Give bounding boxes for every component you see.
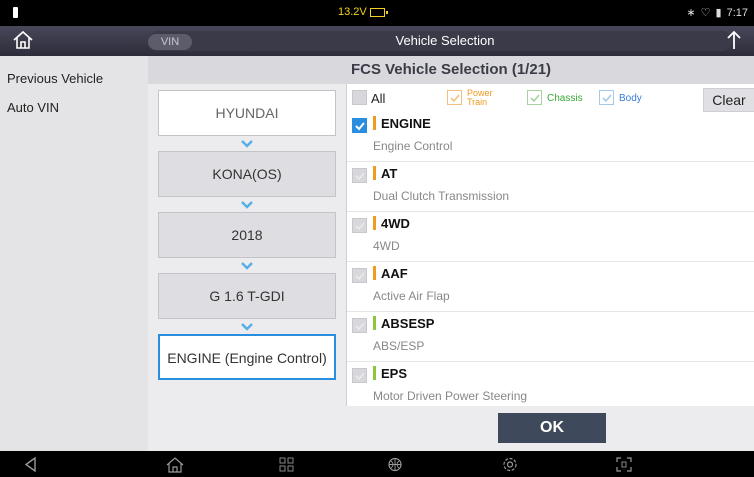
ok-bar: OK [346,406,754,451]
clear-button[interactable]: Clear [703,88,754,112]
back-icon[interactable] [21,456,41,473]
list-item[interactable]: ABSESP ABS/ESP [347,312,754,362]
main-panel: FCS Vehicle Selection (1/21) HYUNDAI KON… [148,56,754,451]
category-color-bar [373,116,376,130]
system-code: EPS [381,366,408,381]
recent-apps-icon[interactable] [277,456,297,473]
category-color-bar [373,316,376,330]
powertrain-label: Power Train [467,88,493,107]
category-color-bar [373,366,376,380]
voltage-indicator: 13.2V [338,6,388,18]
settings-icon[interactable] [500,456,520,473]
ok-button[interactable]: OK [498,413,606,443]
chevron-down-icon [240,200,254,209]
sidebar-item-auto-vin[interactable]: Auto VIN [7,100,59,115]
status-bar: 13.2V ∗ ♡ ▮ 7:17 [0,0,754,26]
title-bar: VIN Vehicle Selection [0,26,754,56]
system-description: Motor Driven Power Steering [373,389,528,403]
body-label: Body [619,93,642,104]
nav-bar [0,451,754,477]
filter-row: All Power Train Chassis Body Clear [347,84,754,112]
category-color-bar [373,216,376,230]
flow-step-engine[interactable]: G 1.6 T-GDI [158,273,336,319]
system-description: 4WD [373,239,400,253]
upload-icon [727,30,741,49]
wifi-icon: ♡ [700,7,711,19]
list-item[interactable]: ENGINE Engine Control [347,112,754,162]
section-title: FCS Vehicle Selection (1/21) [148,56,754,84]
chevron-down-icon [240,322,254,331]
flow-step-model[interactable]: KONA(OS) [158,151,336,197]
chassis-checkbox[interactable] [527,90,542,105]
category-color-bar [373,166,376,180]
sidebar: Previous Vehicle Auto VIN [0,56,148,451]
notification-icon [13,7,18,18]
all-checkbox[interactable] [352,90,367,105]
voltage-text: 13.2V [338,6,367,18]
chassis-label: Chassis [547,93,583,104]
flow-step-manufacturer[interactable]: HYUNDAI [158,90,336,136]
home-button[interactable] [12,30,40,52]
system-code: 4WD [381,216,410,231]
sidebar-item-previous-vehicle[interactable]: Previous Vehicle [7,71,103,86]
list-item[interactable]: EPS Motor Driven Power Steering [347,362,754,412]
all-label: All [371,91,386,106]
vin-button[interactable]: VIN [148,34,192,50]
list-item[interactable]: AT Dual Clutch Transmission [347,162,754,212]
page-title: Vehicle Selection [395,33,495,48]
home-icon [13,30,33,49]
status-right: ∗ ♡ ▮ 7:17 [686,6,748,20]
system-code: AT [381,166,398,181]
system-description: Dual Clutch Transmission [373,189,510,203]
globe-icon[interactable] [385,456,405,473]
chevron-down-icon [240,261,254,270]
system-checkbox[interactable] [352,268,367,283]
category-color-bar [373,266,376,280]
system-description: Engine Control [373,139,453,153]
system-description: Active Air Flap [373,289,450,303]
system-checkbox[interactable] [352,218,367,233]
chevron-down-icon [240,139,254,148]
system-code: ABSESP [381,316,435,331]
system-code: AAF [381,266,408,281]
battery-icon [369,7,388,17]
home-nav-icon[interactable] [165,456,185,473]
battery-level-icon: ▮ [715,7,722,19]
upload-button[interactable] [726,29,746,53]
flow-step-system[interactable]: ENGINE (Engine Control) [158,334,336,380]
body-checkbox[interactable] [599,90,614,105]
clock-text: 7:17 [726,6,748,19]
list-item[interactable]: AAF Active Air Flap [347,262,754,312]
system-checkbox[interactable] [352,318,367,333]
system-code: ENGINE [381,116,431,131]
list-item[interactable]: 4WD 4WD [347,212,754,262]
system-checkbox[interactable] [352,368,367,383]
system-description: ABS/ESP [373,339,425,353]
screenshot-icon[interactable] [614,456,634,473]
system-checkbox[interactable] [352,168,367,183]
powertrain-checkbox[interactable] [447,90,462,105]
system-checkbox[interactable] [352,118,367,133]
system-list-panel: All Power Train Chassis Body Clear ENGIN… [346,84,754,451]
flow-step-year[interactable]: 2018 [158,212,336,258]
bluetooth-icon: ∗ [686,7,696,19]
